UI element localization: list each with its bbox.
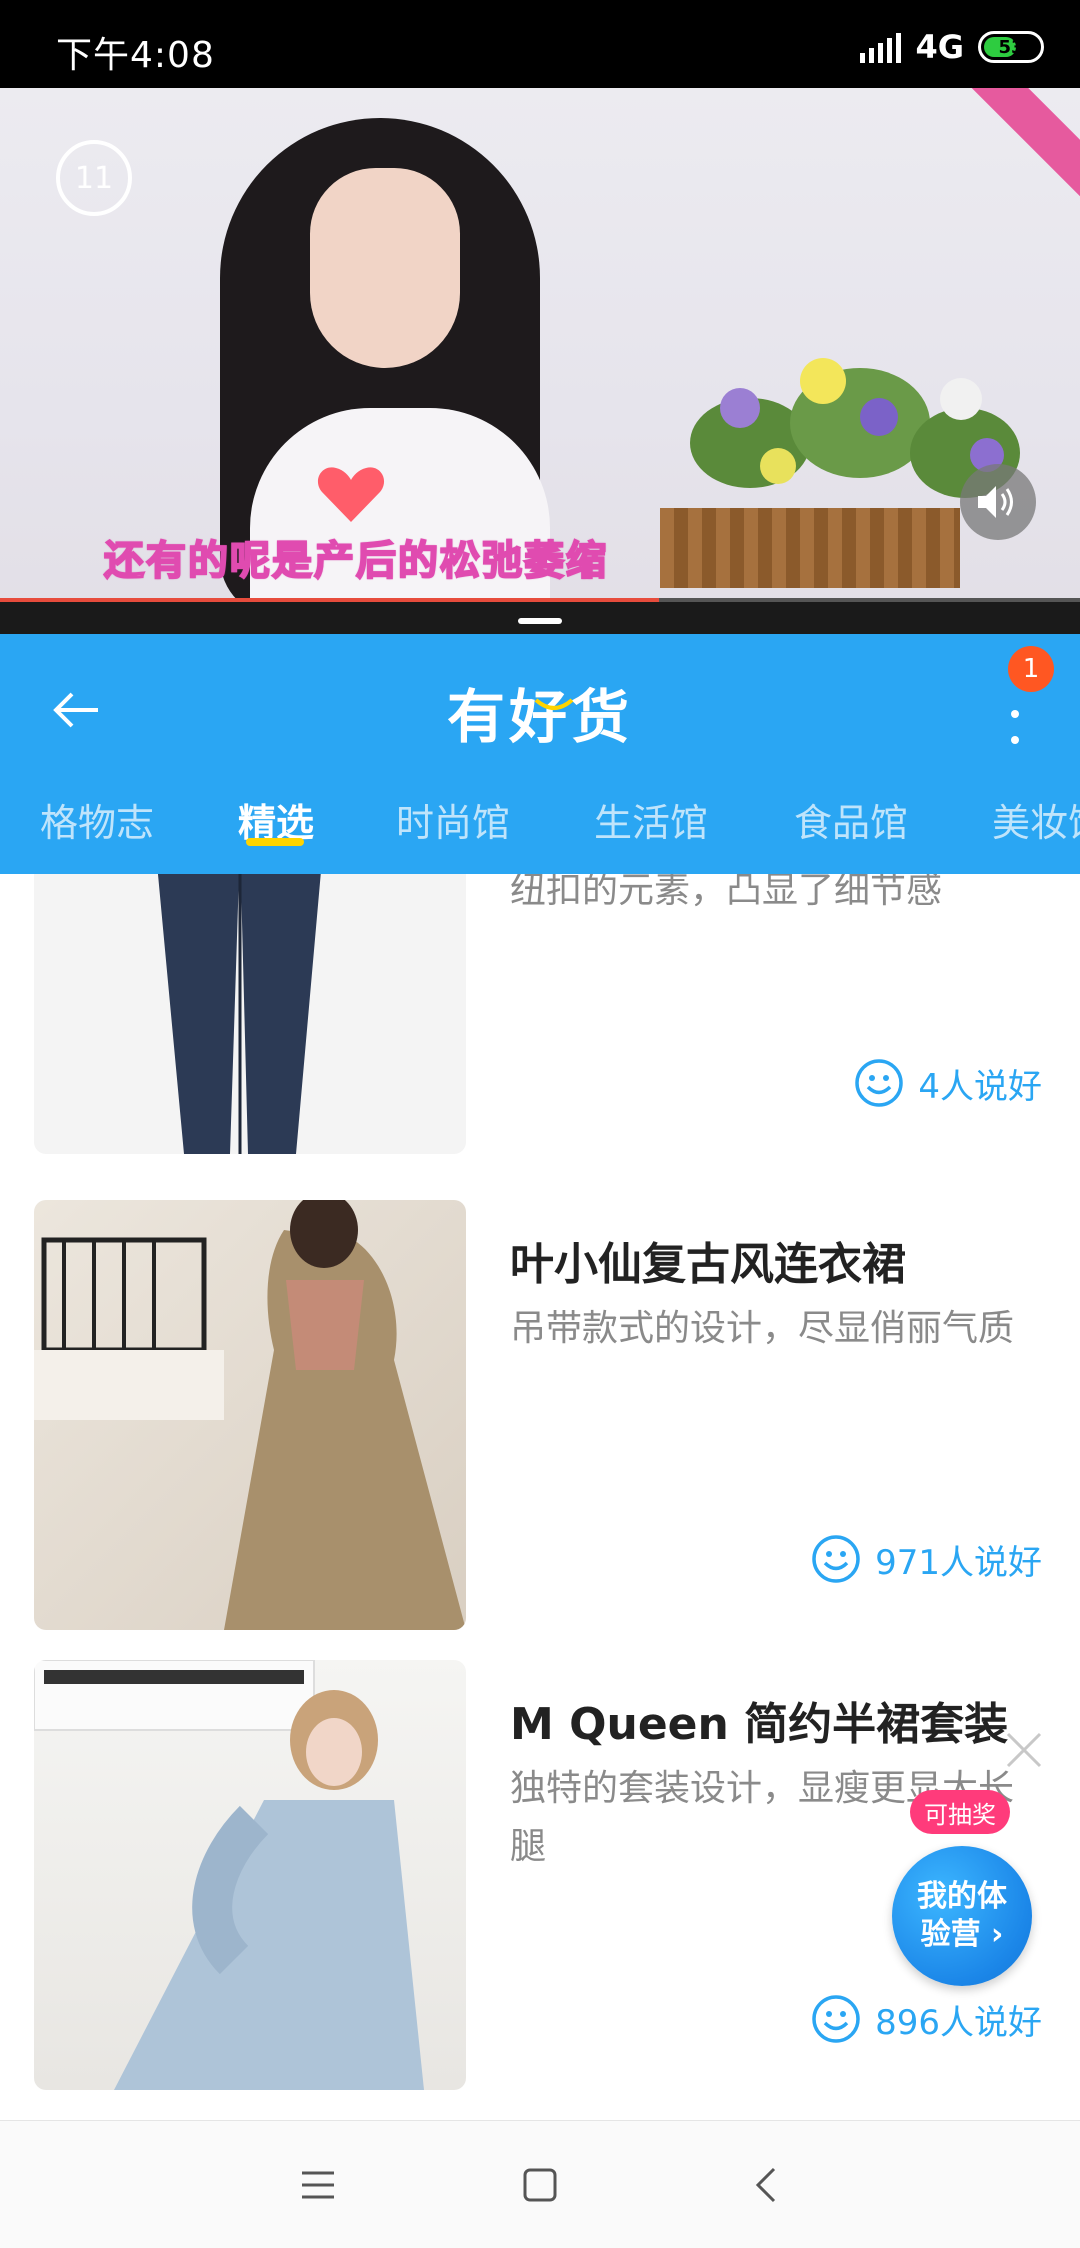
smile-icon: [812, 1995, 860, 2043]
tab-meizhuangguan[interactable]: 美妆馆: [992, 792, 1080, 847]
tab-indicator: [246, 838, 304, 846]
drag-handle[interactable]: [518, 618, 562, 624]
network-label: 4G: [915, 28, 964, 66]
tab-gewuzhi[interactable]: 格物志: [40, 792, 154, 847]
product-card[interactable]: 纽扣的元素，凸显了细节感 4人说好: [0, 874, 1080, 1154]
smile-icon: [855, 1059, 904, 1107]
video-subtitle: 还有的呢是产后的松弛萎缩: [103, 537, 608, 585]
speaker-icon: [978, 486, 1013, 518]
smile-icon: [812, 1535, 860, 1583]
product-desc: 吊带款式的设计，尽显俏丽气质: [510, 1308, 1015, 1349]
product-title[interactable]: M Queen 简约半裙套装: [510, 1688, 1008, 1752]
product-title[interactable]: 叶小仙复古风连衣裙: [510, 1228, 906, 1292]
video-corner-ribbon: [969, 88, 1080, 199]
likes-count: 971人说好: [875, 1542, 1042, 1583]
heart-icon[interactable]: [316, 464, 386, 524]
signal-icon: [860, 31, 902, 63]
more-dot-icon: [1011, 710, 1019, 718]
system-nav-bar: [0, 2120, 1080, 2248]
product-desc: 纽扣的元素，凸显了细节感: [510, 874, 943, 911]
home-icon[interactable]: [516, 2161, 564, 2209]
tab-shipinguan[interactable]: 食品馆: [794, 792, 908, 847]
product-image-skirt-set[interactable]: [34, 1660, 466, 2090]
product-image-dress[interactable]: [34, 1200, 466, 1630]
product-likes: 4人说好: [854, 1058, 1042, 1108]
experience-camp-line1: 我的体: [917, 1879, 1007, 1914]
category-tabs: 格物志 精选 时尚馆 生活馆 食品馆 美妆馆: [0, 774, 1080, 874]
experience-camp-line2: 验营 ›: [920, 1917, 1004, 1952]
more-dot-icon: [1011, 736, 1019, 744]
battery-level: 53: [998, 36, 1024, 58]
battery-icon: 53: [978, 31, 1044, 63]
product-image-jeans[interactable]: [34, 874, 466, 1154]
likes-count: 4人说好: [918, 1066, 1042, 1107]
tab-shenghuoguan[interactable]: 生活馆: [594, 792, 708, 847]
video-counter-badge: 11: [56, 140, 132, 216]
back-icon[interactable]: [744, 2161, 792, 2209]
app-header: 有好货 1 格物志 精选 时尚馆 生活馆 食品馆 美妆馆: [0, 634, 1080, 874]
tab-shishangguan[interactable]: 时尚馆: [396, 792, 510, 847]
more-menu-button[interactable]: [1000, 684, 1030, 744]
menu-icon[interactable]: [294, 2161, 342, 2209]
product-likes: 896人说好: [811, 1994, 1042, 2044]
experience-camp-button[interactable]: 我的体 验营 ›: [892, 1846, 1032, 1986]
status-icons: 4G 53: [860, 28, 1044, 66]
status-bar: 下午4:08 4G 53: [0, 0, 1080, 88]
title-smile-icon: [534, 698, 574, 710]
close-icon[interactable]: [1004, 1730, 1044, 1770]
notification-badge: 1: [1008, 646, 1054, 692]
video-player[interactable]: 11 还有的呢是产后的松弛萎缩: [0, 88, 1080, 634]
product-likes: 971人说好: [811, 1534, 1042, 1584]
volume-button[interactable]: [960, 464, 1036, 540]
product-card[interactable]: 叶小仙复古风连衣裙 吊带款式的设计，尽显俏丽气质 971人说好: [0, 1200, 1080, 1630]
status-time: 下午4:08: [56, 35, 215, 76]
likes-count: 896人说好: [875, 2002, 1042, 2043]
lottery-badge[interactable]: 可抽奖: [910, 1790, 1010, 1834]
